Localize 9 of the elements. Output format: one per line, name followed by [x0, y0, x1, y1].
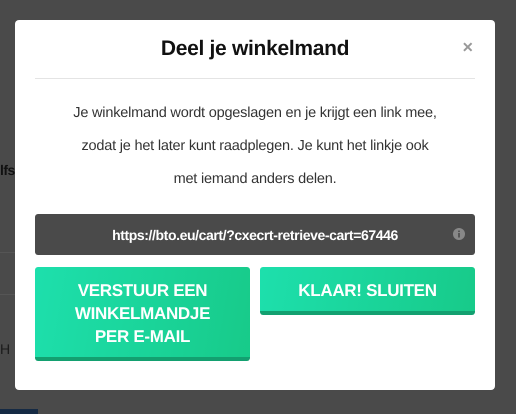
background-text: lfs: [0, 161, 15, 180]
dialog-title: Deel je winkelmand: [160, 37, 350, 61]
action-button[interactable]: KLAAR! SLUITEN: [260, 267, 475, 315]
footer-bar: [0, 409, 38, 414]
close-button[interactable]: ×: [460, 38, 475, 56]
dialog-description: Je winkelmand wordt opgeslagen en je krijgt een link mee, zodat je het later kunt raadplegen. Je kunt het linkje ook met iemand anders delen.: [72, 104, 438, 189]
share-link-field[interactable]: https://bto.eu/cart/?cxecrt-retrieve-cart=67446: [35, 214, 475, 255]
info-icon[interactable]: [453, 228, 465, 240]
action-button[interactable]: VERSTUUR EEN WINKELMANDJE PER E-MAIL: [35, 267, 250, 361]
